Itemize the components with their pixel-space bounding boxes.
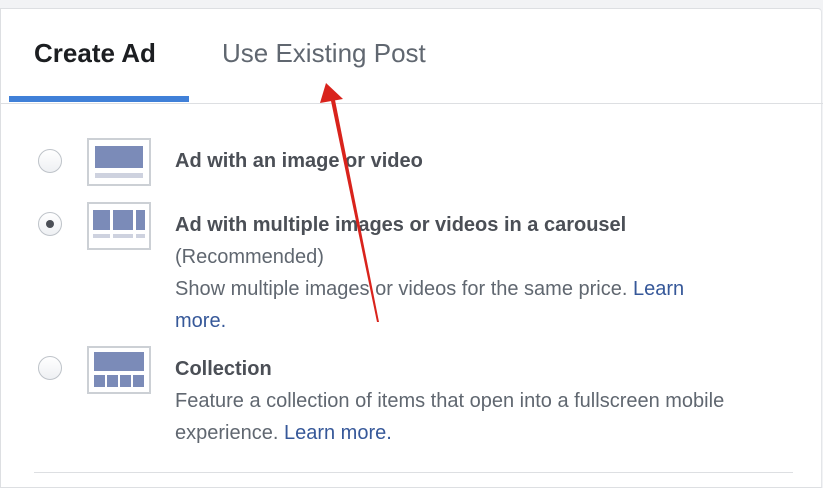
learn-more-link[interactable]: Learn more. [284,422,392,444]
option-description: Feature a collection of items that open … [175,385,795,449]
carousel-icon [87,202,151,250]
radio-single-image[interactable] [38,149,62,173]
description-text: Feature a collection of items that open … [175,390,725,412]
ad-format-panel: Create Ad Use Existing Post Ad with an i… [0,8,823,488]
tab-create-ad[interactable]: Create Ad [34,36,156,70]
radio-carousel[interactable] [38,212,62,236]
option-title: Collection [175,358,272,380]
tab-bar: Create Ad Use Existing Post [1,9,823,104]
collection-icon [87,346,151,394]
active-tab-indicator [9,96,189,102]
radio-collection[interactable] [38,356,62,380]
tab-use-existing-post[interactable]: Use Existing Post [222,36,426,70]
description-text: experience. [175,422,279,444]
description-text: Show multiple images or videos for the s… [175,278,628,300]
option-title: Ad with an image or video [175,150,423,172]
recommended-label: (Recommended) [175,246,324,268]
option-title: Ad with multiple images or videos in a c… [175,214,627,236]
option-description: (Recommended) Show multiple images or vi… [175,241,795,337]
divider [34,472,793,473]
single-image-icon [87,138,151,186]
